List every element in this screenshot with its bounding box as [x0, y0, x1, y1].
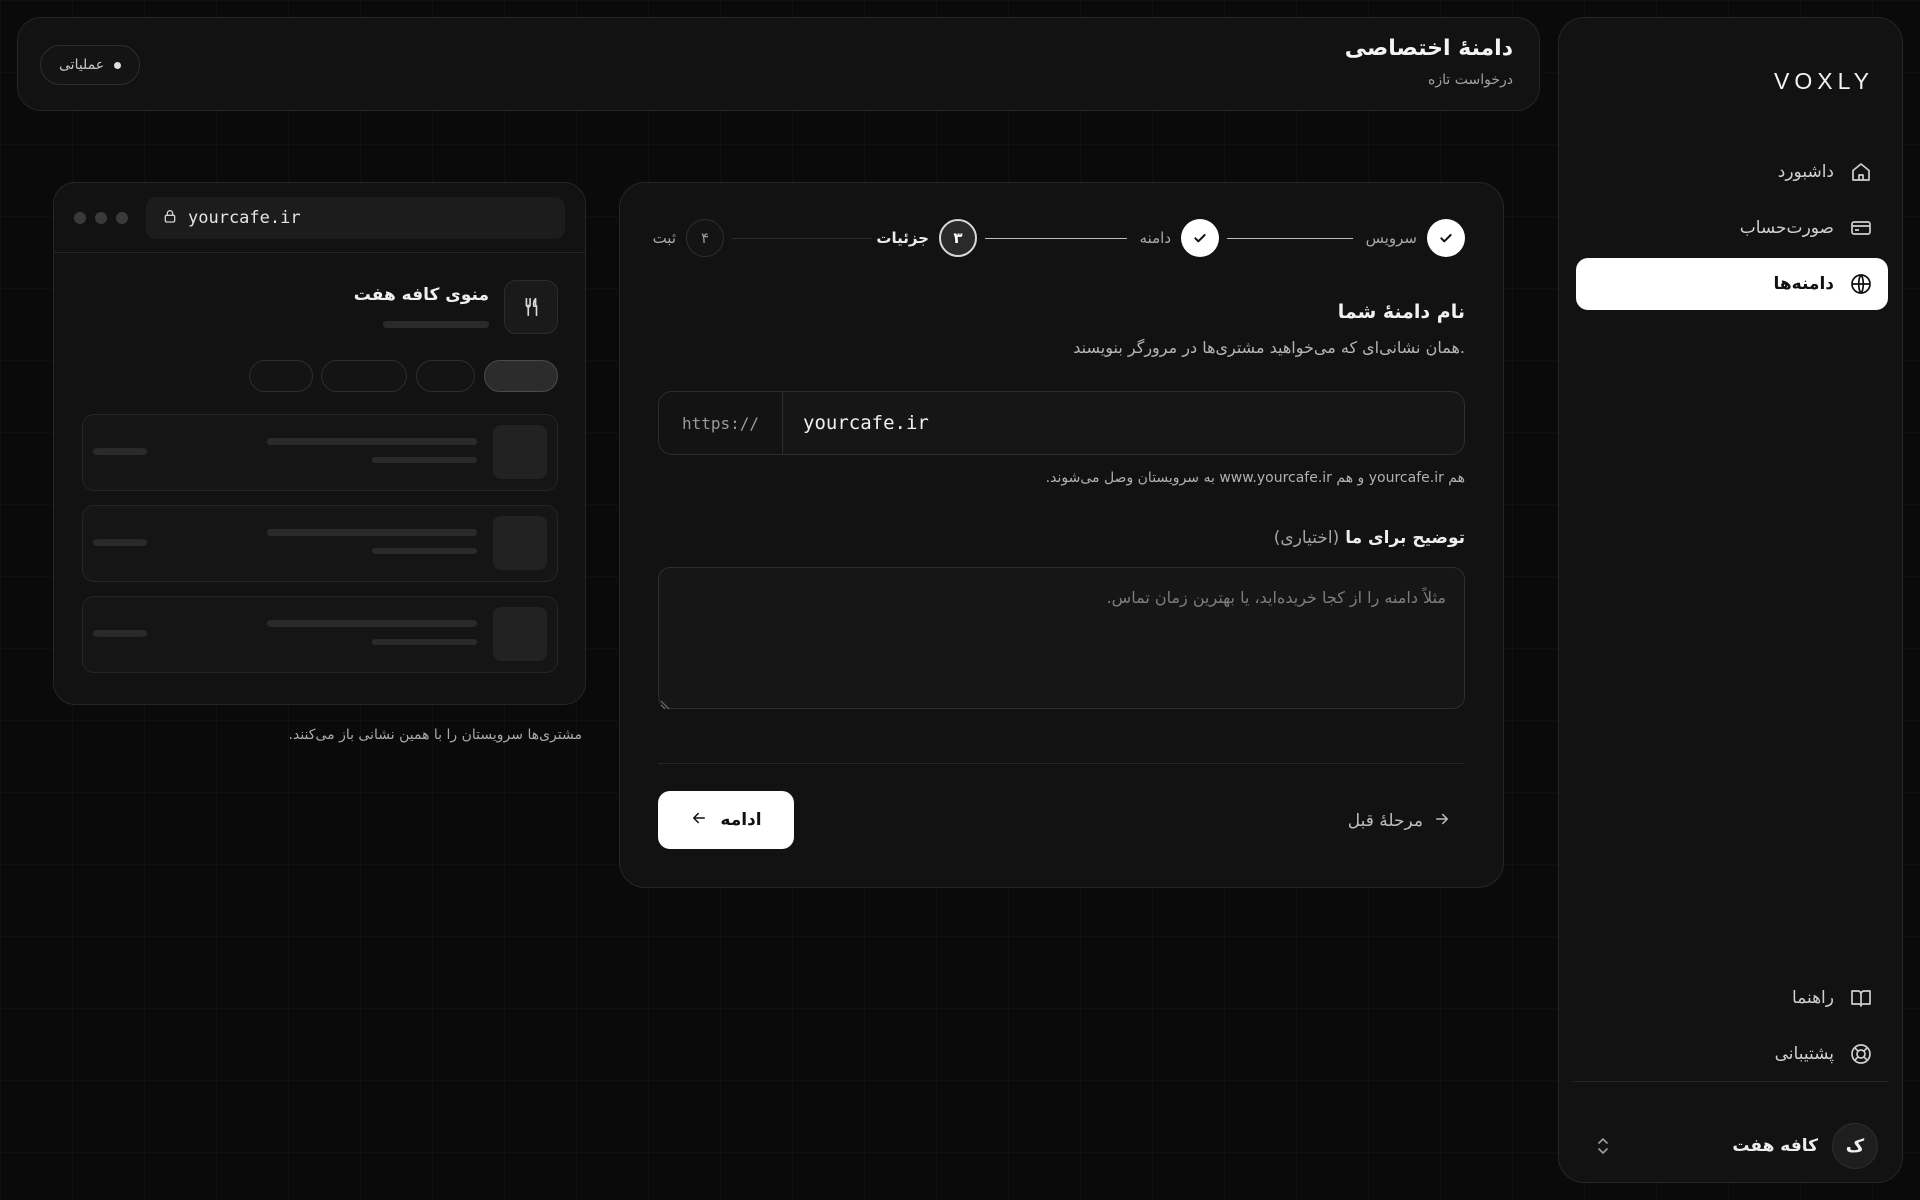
skeleton-price: [93, 448, 147, 455]
window-dot-icon: [116, 212, 128, 224]
skeleton-line: [267, 620, 477, 627]
step-connector: [1227, 238, 1353, 239]
step-details: ۳ جزئیات: [876, 219, 977, 257]
status-label: عملیاتی: [59, 57, 105, 73]
menu-item-card: [82, 414, 558, 491]
arrow-left-icon: [690, 809, 708, 832]
notes-textarea[interactable]: [658, 567, 1465, 709]
status-dot-icon: [114, 61, 122, 69]
domain-hint: هم yourcafe.ir و هم www.yourcafe.ir به س…: [1045, 470, 1465, 486]
skeleton-price: [93, 539, 147, 546]
sidebar-item-billing[interactable]: صورت‌حساب: [1576, 202, 1888, 254]
back-button[interactable]: مرحلهٔ قبل: [1348, 803, 1451, 839]
lock-icon: [162, 208, 178, 229]
sidebar-divider: [1573, 1081, 1888, 1082]
item-thumbnail: [493, 425, 547, 479]
window-dot-icon: [95, 212, 107, 224]
category-chip: [484, 360, 558, 392]
step-label: سرویس: [1365, 229, 1417, 247]
item-thumbnail: [493, 607, 547, 661]
status-badge: عملیاتی: [40, 45, 141, 85]
sidebar-item-dashboard[interactable]: داشبورد: [1576, 146, 1888, 198]
notes-label: توضیح برای ما (اختیاری): [1274, 528, 1465, 548]
domain-field: https://: [658, 391, 1465, 455]
stepper: سرویس دامنه ۳ جزئیات ۴ ثبت: [653, 219, 1465, 259]
sidebar-item-label: داشبورد: [1777, 162, 1834, 182]
menu-title: منوی کافه هفت: [353, 285, 489, 305]
window-dot-icon: [74, 212, 86, 224]
section-description: همان نشانی‌ای که می‌خواهید مشتری‌ها در م…: [1073, 338, 1465, 357]
step-domain: دامنه: [1140, 219, 1219, 257]
step-service: سرویس: [1366, 219, 1465, 257]
life-buoy-icon: [1848, 1041, 1874, 1067]
address-bar: yourcafe.ir: [146, 197, 565, 239]
step-number: ۳: [939, 219, 977, 257]
continue-label: ادامه: [720, 810, 762, 830]
browser-toolbar: yourcafe.ir: [54, 183, 585, 253]
sidebar-item-domains[interactable]: دامنه‌ها: [1576, 258, 1888, 310]
step-submit: ۴ ثبت: [653, 219, 724, 257]
continue-button[interactable]: ادامه: [658, 791, 794, 849]
optional-tag: (اختیاری): [1273, 528, 1340, 548]
category-chip: [321, 360, 407, 392]
check-icon: [1181, 219, 1219, 257]
sidebar-item-label: راهنما: [1791, 988, 1834, 1008]
step-label: ثبت: [652, 229, 676, 247]
category-chip: [249, 360, 313, 392]
menu-item-card: [82, 596, 558, 673]
account-name: کافه هفت: [1732, 1136, 1818, 1156]
utensils-icon: [504, 280, 558, 334]
form-divider: [658, 763, 1465, 764]
preview-caption: مشتری‌ها سرویستان را با همین نشانی باز م…: [288, 727, 582, 743]
item-thumbnail: [493, 516, 547, 570]
skeleton-line: [372, 639, 477, 645]
domain-input[interactable]: [783, 392, 1464, 454]
section-title: نام دامنهٔ شما: [1337, 301, 1465, 323]
skeleton-line: [267, 529, 477, 536]
step-number: ۴: [686, 219, 724, 257]
chevron-up-down-icon[interactable]: [1591, 1134, 1615, 1158]
step-label: جزئیات: [876, 229, 929, 247]
arrow-right-icon: [1433, 810, 1451, 833]
credit-card-icon: [1848, 215, 1874, 241]
menu-item-card: [82, 505, 558, 582]
skeleton-line: [372, 548, 477, 554]
avatar: ک: [1832, 1123, 1878, 1169]
sidebar-item-support[interactable]: پشتیبانی: [1576, 1028, 1888, 1080]
step-label: دامنه: [1139, 229, 1171, 247]
step-connector: [985, 238, 1127, 239]
sidebar-item-label: پشتیبانی: [1774, 1044, 1834, 1064]
back-label: مرحلهٔ قبل: [1347, 811, 1423, 831]
globe-icon: [1848, 271, 1874, 297]
site-preview: yourcafe.ir منوی کافه هفت: [53, 182, 586, 705]
home-icon: [1848, 159, 1874, 185]
brand-logo: VOXLY: [1774, 68, 1874, 94]
category-chip: [416, 360, 475, 392]
page-header: دامنهٔ اختصاصی درخواست تازه عملیاتی: [17, 17, 1540, 111]
book-icon: [1848, 985, 1874, 1011]
account-switcher[interactable]: ک کافه هفت: [1573, 1118, 1888, 1174]
page-subtitle: درخواست تازه: [1428, 72, 1513, 88]
skeleton-line: [372, 457, 477, 463]
notes-label-text: توضیح برای ما: [1345, 528, 1465, 548]
page-title: دامنهٔ اختصاصی: [1344, 36, 1513, 61]
sidebar-item-guide[interactable]: راهنما: [1576, 972, 1888, 1024]
skeleton-line: [383, 321, 489, 328]
url-prefix: https://: [659, 392, 783, 454]
sidebar-item-label: دامنه‌ها: [1773, 274, 1835, 294]
step-connector: [732, 238, 872, 239]
check-icon: [1427, 219, 1465, 257]
skeleton-price: [93, 630, 147, 637]
skeleton-line: [267, 438, 477, 445]
domain-form-card: سرویس دامنه ۳ جزئیات ۴ ثبت نام دامنهٔ شم…: [619, 182, 1504, 888]
sidebar: VOXLY داشبورد صورت‌حساب دامنه‌ها راهنما …: [1558, 17, 1903, 1183]
preview-url: yourcafe.ir: [188, 208, 301, 228]
sidebar-item-label: صورت‌حساب: [1739, 218, 1834, 238]
resize-grip-icon[interactable]: [660, 695, 672, 710]
